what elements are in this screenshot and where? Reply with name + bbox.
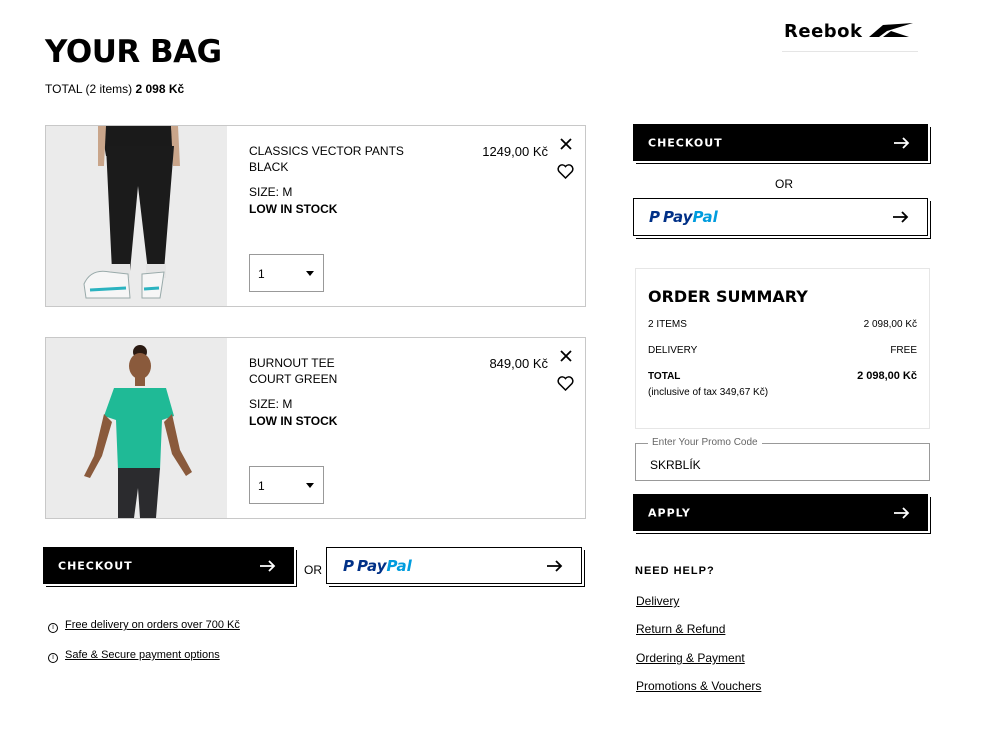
product-name[interactable]: BURNOUT TEE <box>249 355 335 372</box>
stock-status: LOW IN STOCK <box>249 414 338 428</box>
paypal-logo: P PayPal <box>343 556 412 575</box>
product-price: 1249,00 Kč <box>482 144 548 159</box>
need-help-title: NEED HELP? <box>635 565 715 577</box>
reebok-vector-icon <box>869 23 913 37</box>
reebok-logo[interactable]: Reebok <box>782 18 918 52</box>
quantity-value: 1 <box>258 267 265 281</box>
info-icon: i <box>48 623 58 633</box>
heart-icon <box>557 376 574 392</box>
wishlist-button[interactable] <box>557 164 574 184</box>
remove-item-button[interactable] <box>558 137 574 154</box>
info-icon: i <box>48 653 58 663</box>
tax-note: (inclusive of tax 349,67 Kč) <box>648 387 769 398</box>
product-image[interactable] <box>46 126 227 306</box>
summary-total-row: TOTAL 2 098,00 Kč <box>648 370 917 382</box>
arrow-right-icon <box>893 211 909 223</box>
close-icon <box>560 350 572 362</box>
arrow-right-icon <box>894 136 910 149</box>
paypal-logo: P PayPal <box>649 208 718 226</box>
apply-promo-button[interactable]: APPLY <box>633 494 928 531</box>
paypal-p-icon: P <box>343 556 354 575</box>
checkout-label: CHECKOUT <box>648 136 723 149</box>
summary-total-value: 2 098,00 Kč <box>857 370 917 382</box>
bag-total: TOTAL (2 items) 2 098 Kč <box>45 82 184 96</box>
promo-code-field[interactable]: Enter Your Promo Code SKRBLÍK <box>635 437 930 481</box>
paypal-button-top[interactable]: P PayPal <box>633 198 928 236</box>
free-delivery-link[interactable]: Free delivery on orders over 700 Kč <box>65 619 240 631</box>
wishlist-button[interactable] <box>557 376 574 396</box>
bag-total-value: 2 098 Kč <box>135 82 185 96</box>
quantity-value: 1 <box>258 479 265 493</box>
promo-code-value: SKRBLÍK <box>650 458 701 472</box>
summary-items-value: 2 098,00 Kč <box>863 319 917 330</box>
product-size: SIZE: M <box>249 185 293 199</box>
chevron-down-icon <box>306 271 314 276</box>
chevron-down-icon <box>306 483 314 488</box>
arrow-right-icon <box>547 559 563 572</box>
quantity-select[interactable]: 1 <box>249 254 324 292</box>
summary-delivery-row: DELIVERY FREE <box>648 345 917 356</box>
arrow-right-icon <box>894 506 910 519</box>
product-color: COURT GREEN <box>249 372 338 386</box>
summary-items-row: 2 ITEMS 2 098,00 Kč <box>648 319 917 330</box>
product-size: SIZE: M <box>249 397 293 411</box>
info-free-delivery: i Free delivery on orders over 700 Kč <box>48 619 240 633</box>
help-link-promotions-vouchers[interactable]: Promotions & Vouchers <box>636 679 761 693</box>
stock-status: LOW IN STOCK <box>249 202 338 216</box>
logo-text: Reebok <box>784 21 863 42</box>
bag-total-label: TOTAL (2 items) <box>45 82 133 96</box>
summary-total-label: TOTAL <box>648 371 681 382</box>
close-icon <box>560 138 572 150</box>
paypal-p-icon: P <box>649 208 660 226</box>
summary-items-label: 2 ITEMS <box>648 319 687 330</box>
summary-delivery-value: FREE <box>890 345 917 356</box>
paypal-button-bottom[interactable]: P PayPal <box>326 547 582 584</box>
heart-icon <box>557 164 574 180</box>
product-price: 849,00 Kč <box>489 356 548 371</box>
checkout-button-bottom[interactable]: CHECKOUT <box>43 547 294 584</box>
help-link-ordering-payment[interactable]: Ordering & Payment <box>636 651 745 665</box>
quantity-select[interactable]: 1 <box>249 466 324 504</box>
promo-code-label: Enter Your Promo Code <box>648 437 762 448</box>
or-divider: OR <box>304 563 322 577</box>
help-link-return-refund[interactable]: Return & Refund <box>636 622 725 636</box>
info-secure-payment: i Safe & Secure payment options <box>48 649 220 663</box>
remove-item-button[interactable] <box>558 349 574 366</box>
arrow-right-icon <box>260 559 276 572</box>
help-link-delivery[interactable]: Delivery <box>636 594 679 608</box>
green-tee-model-image <box>46 338 227 518</box>
product-image[interactable] <box>46 338 227 518</box>
secure-payment-link[interactable]: Safe & Secure payment options <box>65 649 220 661</box>
or-divider: OR <box>775 177 793 191</box>
checkout-button-top[interactable]: CHECKOUT <box>633 124 928 161</box>
product-name[interactable]: CLASSICS VECTOR PANTS <box>249 143 404 160</box>
order-summary: ORDER SUMMARY 2 ITEMS 2 098,00 Kč DELIVE… <box>635 268 930 429</box>
checkout-label: CHECKOUT <box>58 559 133 572</box>
summary-delivery-label: DELIVERY <box>648 345 698 356</box>
cart-item: CLASSICS VECTOR PANTS BLACK SIZE: M LOW … <box>45 125 586 307</box>
product-color: BLACK <box>249 160 289 174</box>
apply-label: APPLY <box>648 506 691 519</box>
order-summary-title: ORDER SUMMARY <box>648 287 808 306</box>
page-title: YOUR BAG <box>45 34 222 70</box>
cart-item: BURNOUT TEE COURT GREEN SIZE: M LOW IN S… <box>45 337 586 519</box>
black-track-pants-model-image <box>46 126 227 306</box>
